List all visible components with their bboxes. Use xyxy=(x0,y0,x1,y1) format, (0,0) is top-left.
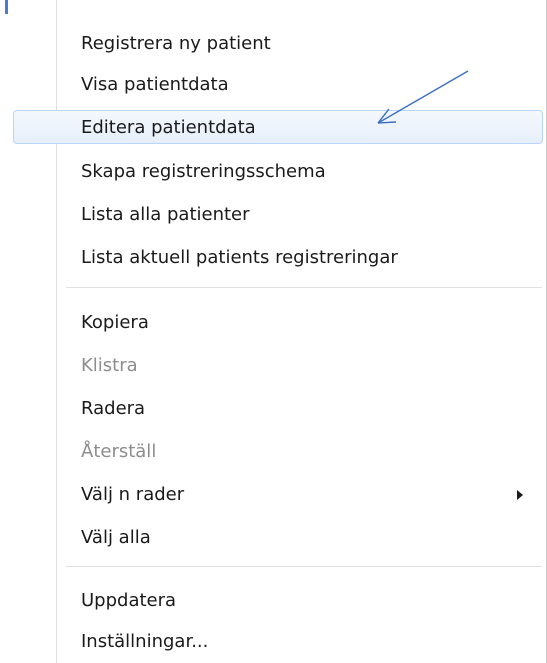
menu-item-aterstall: Återställ xyxy=(13,434,543,468)
menu-item-label: Välj n rader xyxy=(81,484,185,505)
menu-item-label: Lista alla patienter xyxy=(81,204,250,225)
menu-divider xyxy=(66,287,542,289)
menu-item-label: Klistra xyxy=(81,355,138,376)
menu-item-label: Kopiera xyxy=(81,312,149,333)
context-menu: Registrera ny patient Visa patientdata E… xyxy=(0,0,547,663)
menu-item-label: Återställ xyxy=(81,441,157,462)
menu-item-label: Uppdatera xyxy=(81,590,177,611)
menu-item-installningar[interactable]: Inställningar... xyxy=(13,624,543,658)
chevron-right-icon xyxy=(517,490,523,500)
menu-item-radera[interactable]: Radera xyxy=(13,391,543,425)
menu-item-label: Välj alla xyxy=(81,527,151,548)
menu-item-valj-n-rader[interactable]: Välj n rader xyxy=(13,477,543,511)
window-edge-marker xyxy=(5,0,8,14)
menu-item-label: Lista aktuell patients registreringar xyxy=(81,247,398,268)
menu-item-valj-alla[interactable]: Välj alla xyxy=(13,520,543,554)
menu-divider xyxy=(66,566,542,568)
menu-item-editera-patientdata[interactable]: Editera patientdata xyxy=(13,110,543,144)
menu-item-skapa-registreringsschema[interactable]: Skapa registreringsschema xyxy=(13,154,543,188)
menu-item-label: Skapa registreringsschema xyxy=(81,161,326,182)
menu-item-label: Radera xyxy=(81,398,146,419)
menu-item-lista-aktuell-patients-registreringar[interactable]: Lista aktuell patients registreringar xyxy=(13,240,543,274)
menu-item-visa-patientdata[interactable]: Visa patientdata xyxy=(13,67,543,101)
menu-item-label: Editera patientdata xyxy=(81,117,256,138)
menu-item-lista-alla-patienter[interactable]: Lista alla patienter xyxy=(13,197,543,231)
menu-item-label: Inställningar... xyxy=(81,631,209,652)
menu-item-kopiera[interactable]: Kopiera xyxy=(13,305,543,339)
menu-item-uppdatera[interactable]: Uppdatera xyxy=(13,583,543,617)
menu-item-registrera-ny-patient[interactable]: Registrera ny patient xyxy=(13,26,543,60)
menu-item-klistra: Klistra xyxy=(13,348,543,382)
menu-item-label: Visa patientdata xyxy=(81,74,229,95)
menu-item-label: Registrera ny patient xyxy=(81,33,271,54)
